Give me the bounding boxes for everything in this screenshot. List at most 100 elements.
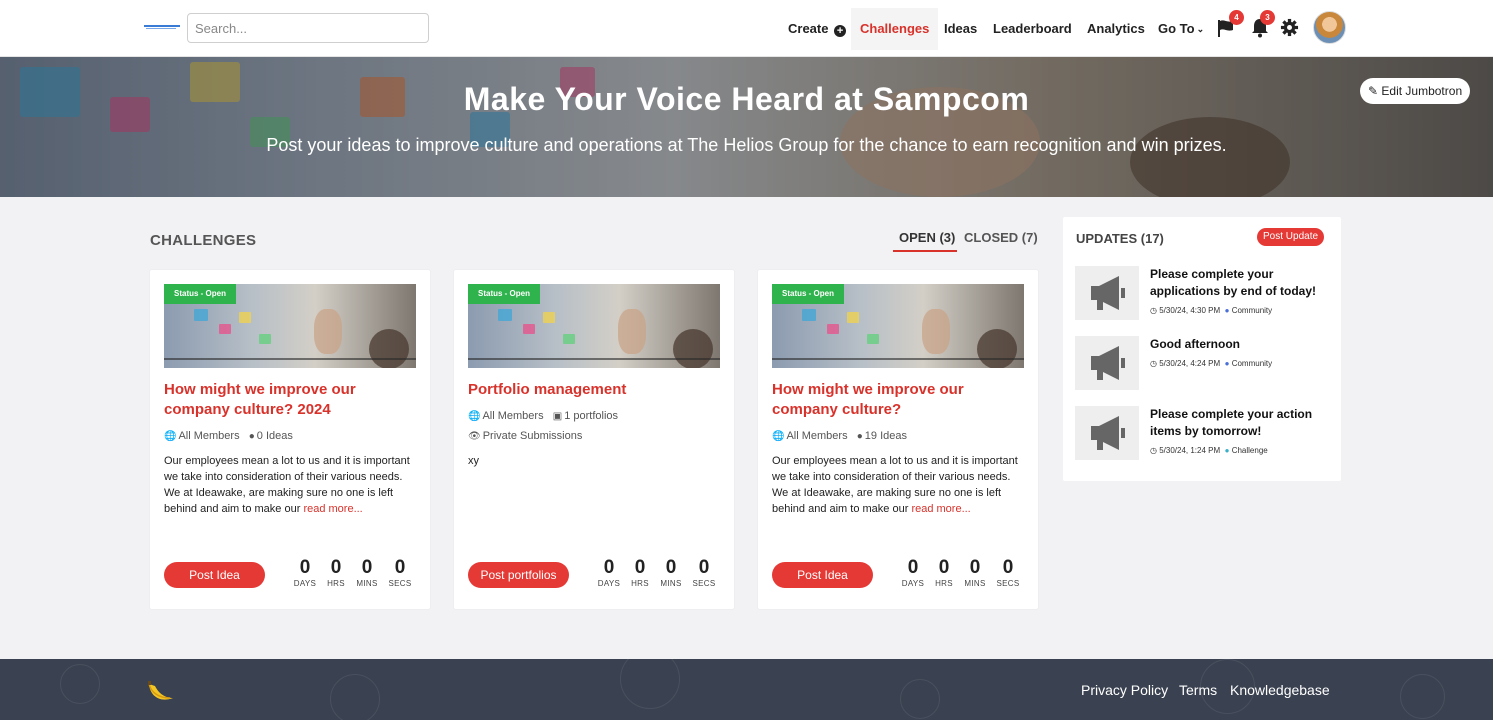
countdown-secs: 0 SECS [690,557,718,588]
create-label: Create [788,21,829,36]
post-idea-button[interactable]: Post Idea [772,562,873,588]
post-portfolios-button[interactable]: Post portfolios [468,562,569,588]
update-meta: ◷ 5/30/24, 1:24 PM ● Challenge [1150,446,1268,455]
create-menu[interactable]: Create + [788,8,847,50]
gear-icon [1280,18,1299,37]
bulb-icon: ● [248,431,255,442]
update-headline[interactable]: Please complete your applications by end… [1150,266,1330,300]
countdown-days-value: 0 [907,557,919,578]
countdown-secs-label: SECS [692,579,716,588]
challenge-description: Our employees mean a lot to us and it is… [164,453,416,517]
banana-logo-icon[interactable] [146,676,176,706]
update-headline[interactable]: Please complete your action items by tom… [1150,406,1330,440]
countdown-days-label: DAYS [597,579,621,588]
nav-leaderboard[interactable]: Leaderboard [993,8,1072,50]
challenge-image[interactable]: Status - Open [164,284,416,368]
update-thumbnail [1075,266,1139,320]
countdown-mins-label: MINS [964,579,986,588]
countdown-secs-value: 0 [394,557,406,578]
tab-closed[interactable]: CLOSED (7) [964,230,1038,245]
countdown-hrs-label: HRS [935,579,953,588]
status-badge: Status - Open [468,284,541,304]
user-avatar[interactable] [1313,11,1346,44]
countdown-mins: 0 MINS [353,557,381,588]
nav-analytics[interactable]: Analytics [1087,8,1145,50]
footer-link-privacy[interactable]: Privacy Policy [1081,682,1168,698]
challenge-card[interactable]: Status - Open How might we improve our c… [150,270,430,609]
challenge-title[interactable]: Portfolio management [468,380,720,400]
countdown-secs-label: SECS [996,579,1020,588]
globe-icon: 🌐 [468,411,481,422]
portfolio-icon: ▣ [552,411,563,422]
notifications-button[interactable]: 3 [1251,10,1275,40]
footer-link-terms[interactable]: Terms [1179,682,1217,698]
audience-label: All Members [178,430,240,442]
countdown-mins-value: 0 [969,557,981,578]
app-logo[interactable] [144,22,180,32]
read-more-link[interactable]: read more... [303,503,362,515]
countdown-mins-value: 0 [665,557,677,578]
countdown-hrs: 0 HRS [930,557,958,588]
countdown-hrs: 0 HRS [626,557,654,588]
nav-ideas[interactable]: Ideas [944,8,977,50]
audience-label: All Members [482,410,544,422]
post-idea-button[interactable]: Post Idea [164,562,265,588]
challenge-title[interactable]: How might we improve our company culture… [772,380,1024,420]
countdown-secs: 0 SECS [386,557,414,588]
footer-link-knowledgebase[interactable]: Knowledgebase [1230,682,1330,698]
countdown-secs-label: SECS [388,579,412,588]
settings-button[interactable] [1280,18,1302,40]
private-submissions: 👁 Private Submissions [468,430,582,442]
edit-jumbotron-button[interactable]: ✎ Edit Jumbotron [1360,78,1471,104]
nav-goto[interactable]: Go To ⌄ [1158,8,1204,50]
challenge-icon: ● [1224,446,1230,455]
status-badge: Status - Open [164,284,237,304]
goto-label: Go To [1158,21,1195,36]
read-more-link[interactable]: read more... [911,503,970,515]
countdown-hrs-value: 0 [938,557,950,578]
plus-circle-icon: + [834,25,847,37]
tab-open[interactable]: OPEN (3) [899,230,955,245]
megaphone-icon [1091,346,1125,380]
nav-challenges[interactable]: Challenges [851,8,939,50]
bell-badge: 3 [1260,10,1275,25]
jumbotron: Make Your Voice Heard at Sampcom Post yo… [0,57,1493,197]
countdown-days-value: 0 [603,557,615,578]
challenge-title[interactable]: How might we improve our company culture… [164,380,416,420]
status-badge: Status - Open [772,284,845,304]
active-tab-indicator [893,250,957,252]
challenge-card[interactable]: Status - Open Portfolio management 🌐 All … [454,270,734,609]
search-input[interactable] [187,13,429,43]
countdown-mins-label: MINS [356,579,378,588]
update-item[interactable]: Please complete your applications by end… [1075,266,1331,322]
countdown-hrs-value: 0 [634,557,646,578]
clock-icon: ◷ [1150,359,1157,368]
challenge-card[interactable]: Status - Open How might we improve our c… [758,270,1038,609]
description-text: Our employees mean a lot to us and it is… [772,455,1018,515]
clock-icon: ◷ [1150,306,1157,315]
challenge-image[interactable]: Status - Open [772,284,1024,368]
ideas-count: 19 Ideas [864,430,907,442]
challenge-meta: 🌐 All Members ● 0 Ideas [164,430,293,442]
countdown-mins: 0 MINS [961,557,989,588]
portfolios-count: 1 portfolios [564,410,619,422]
update-item[interactable]: Please complete your action items by tom… [1075,406,1331,462]
countdown-mins: 0 MINS [657,557,685,588]
private-label: Private Submissions [482,430,583,442]
update-headline[interactable]: Good afternoon [1150,336,1330,353]
updates-title: UPDATES (17) [1076,231,1164,246]
update-tag: Community [1231,306,1273,315]
edit-jumbotron-label: Edit Jumbotron [1381,84,1463,98]
chevron-down-icon: ⌄ [1196,24,1205,34]
countdown-mins-value: 0 [361,557,373,578]
update-item[interactable]: Good afternoon ◷ 5/30/24, 4:24 PM ● Comm… [1075,336,1331,392]
top-navbar: Create + Challenges Ideas Leaderboard An… [0,0,1493,57]
eye-slash-icon: 👁 [468,431,481,442]
update-meta: ◷ 5/30/24, 4:30 PM ● Community [1150,306,1272,315]
challenge-image[interactable]: Status - Open [468,284,720,368]
post-update-button[interactable]: Post Update [1257,228,1325,246]
countdown-secs: 0 SECS [994,557,1022,588]
flag-button[interactable]: 4 [1216,10,1244,40]
challenge-description: Our employees mean a lot to us and it is… [772,453,1024,517]
challenge-meta: 🌐 All Members ● 19 Ideas [772,430,907,442]
